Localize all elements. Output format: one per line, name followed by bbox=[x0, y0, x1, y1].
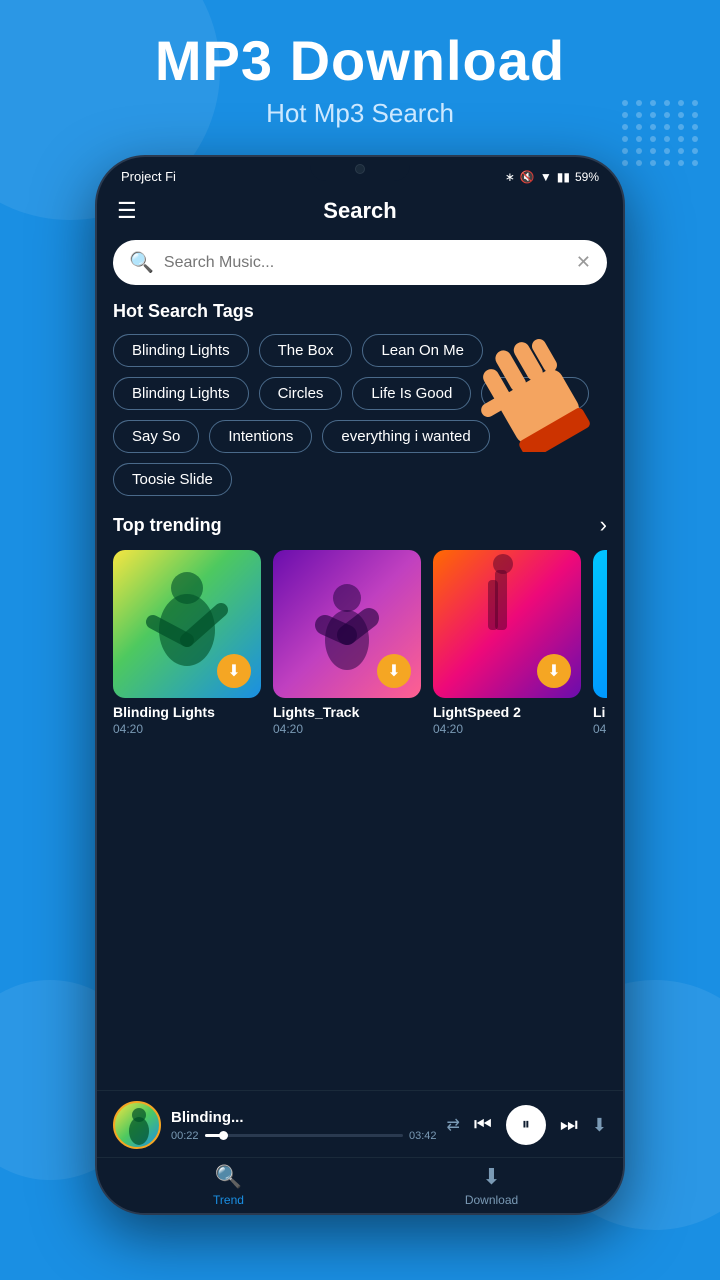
trending-duration-4: 04:20 bbox=[593, 722, 607, 736]
current-time: 00:22 bbox=[171, 1130, 199, 1142]
menu-button[interactable]: ☰ bbox=[117, 198, 137, 224]
player-album-art bbox=[113, 1101, 161, 1149]
download-icon: ⬇ bbox=[482, 1164, 500, 1190]
trending-card-2[interactable]: ⬇ Lights_Track 04:20 bbox=[273, 550, 421, 736]
trending-duration-2: 04:20 bbox=[273, 722, 421, 736]
trending-duration-1: 04:20 bbox=[113, 722, 261, 736]
clear-icon[interactable]: ✕ bbox=[576, 252, 591, 273]
trending-name-1: Blinding Lights bbox=[113, 704, 261, 720]
page-title: Search bbox=[323, 198, 396, 224]
trending-header: Top trending › bbox=[113, 512, 607, 538]
search-input[interactable] bbox=[164, 254, 566, 272]
total-time: 03:42 bbox=[409, 1130, 437, 1142]
trending-thumb-1: ⬇ bbox=[113, 550, 261, 698]
battery-text: 59% bbox=[575, 170, 599, 184]
tag-adore-you[interactable]: Adore You bbox=[481, 377, 588, 410]
trending-card-3[interactable]: ⬇ LightSpeed 2 04:20 bbox=[433, 550, 581, 736]
trending-thumb-2: ⬇ bbox=[273, 550, 421, 698]
app-sub-title: Hot Mp3 Search bbox=[40, 98, 680, 129]
bottom-nav: 🔍 Trend ⬇ Download bbox=[97, 1157, 623, 1213]
progress-fill bbox=[205, 1134, 225, 1137]
tag-say-so[interactable]: Say So bbox=[113, 420, 199, 453]
next-button[interactable]: ⏭ bbox=[560, 1114, 578, 1137]
trending-more-button[interactable]: › bbox=[600, 512, 607, 538]
search-icon: 🔍 bbox=[129, 250, 154, 275]
trending-card-4[interactable]: ⬇ Li 04:20 bbox=[593, 550, 607, 736]
trending-card-1[interactable]: ⬇ Blinding Lights 04:20 bbox=[113, 550, 261, 736]
tag-circles[interactable]: Circles bbox=[259, 377, 343, 410]
nav-trend[interactable]: 🔍 Trend bbox=[97, 1158, 360, 1213]
nav-download[interactable]: ⬇ Download bbox=[360, 1158, 623, 1213]
tags-grid: Blinding Lights The Box Lean On Me Blind… bbox=[113, 334, 607, 496]
status-icons: ∗ 🔇 ▼ ▮▮ 59% bbox=[505, 170, 599, 184]
top-header: MP3 Download Hot Mp3 Search bbox=[0, 0, 720, 149]
tag-lean-on-me[interactable]: Lean On Me bbox=[362, 334, 483, 367]
wifi-icon: ▼ bbox=[540, 170, 552, 184]
progress-bar[interactable] bbox=[205, 1134, 403, 1137]
tag-blinding-lights-2[interactable]: Blinding Lights bbox=[113, 377, 249, 410]
download-btn-2[interactable]: ⬇ bbox=[377, 654, 411, 688]
content-area: Hot Search Tags Blinding Lights The Box … bbox=[97, 301, 623, 736]
shuffle-button[interactable]: ⇄ bbox=[447, 1115, 460, 1135]
tag-blinding-lights-1[interactable]: Blinding Lights bbox=[113, 334, 249, 367]
carrier-text: Project Fi bbox=[121, 169, 176, 184]
vibrate-icon: 🔇 bbox=[520, 170, 535, 184]
trending-thumb-3: ⬇ bbox=[433, 550, 581, 698]
tag-toosie-slide[interactable]: Toosie Slide bbox=[113, 463, 232, 496]
trend-icon: 🔍 bbox=[215, 1164, 242, 1190]
player-main: Blinding... 00:22 03:42 ⇄ ⏮ ⏸ ⏭ ⬇ bbox=[113, 1101, 607, 1149]
download-label: Download bbox=[465, 1193, 518, 1207]
download-btn-3[interactable]: ⬇ bbox=[537, 654, 571, 688]
player-progress-row: 00:22 03:42 bbox=[171, 1130, 437, 1142]
prev-button[interactable]: ⏮ bbox=[474, 1114, 492, 1137]
trending-name-4: Li bbox=[593, 704, 607, 720]
hot-tags-title: Hot Search Tags bbox=[113, 301, 607, 322]
player-info: Blinding... 00:22 03:42 bbox=[171, 1109, 437, 1142]
trend-label: Trend bbox=[213, 1193, 244, 1207]
player-controls: ⇄ ⏮ ⏸ ⏭ ⬇ bbox=[447, 1105, 608, 1145]
trending-title: Top trending bbox=[113, 515, 222, 536]
trending-name-3: LightSpeed 2 bbox=[433, 704, 581, 720]
tag-everything-i-wanted[interactable]: everything i wanted bbox=[322, 420, 489, 453]
tag-life-is-good[interactable]: Life Is Good bbox=[352, 377, 471, 410]
camera-dot bbox=[355, 164, 365, 174]
player-bar: Blinding... 00:22 03:42 ⇄ ⏮ ⏸ ⏭ ⬇ bbox=[97, 1090, 623, 1157]
download-btn-1[interactable]: ⬇ bbox=[217, 654, 251, 688]
progress-dot bbox=[219, 1131, 228, 1140]
tag-intentions[interactable]: Intentions bbox=[209, 420, 312, 453]
tag-the-box[interactable]: The Box bbox=[259, 334, 353, 367]
player-download-button[interactable]: ⬇ bbox=[592, 1115, 607, 1136]
trending-list: ⬇ Blinding Lights 04:20 ⬇ Lights_Track bbox=[113, 550, 607, 736]
trending-name-2: Lights_Track bbox=[273, 704, 421, 720]
signal-icon: ▮▮ bbox=[557, 170, 570, 184]
phone-notch bbox=[310, 157, 410, 181]
search-bar[interactable]: 🔍 ✕ bbox=[113, 240, 607, 285]
app-main-title: MP3 Download bbox=[40, 30, 680, 92]
player-title: Blinding... bbox=[171, 1109, 437, 1126]
trending-thumb-4: ⬇ bbox=[593, 550, 607, 698]
play-pause-button[interactable]: ⏸ bbox=[506, 1105, 546, 1145]
app-bar: ☰ Search bbox=[97, 190, 623, 236]
trending-duration-3: 04:20 bbox=[433, 722, 581, 736]
bluetooth-icon: ∗ bbox=[505, 170, 515, 184]
phone-frame: Project Fi ∗ 🔇 ▼ ▮▮ 59% ☰ Search 🔍 ✕ bbox=[95, 155, 625, 1215]
